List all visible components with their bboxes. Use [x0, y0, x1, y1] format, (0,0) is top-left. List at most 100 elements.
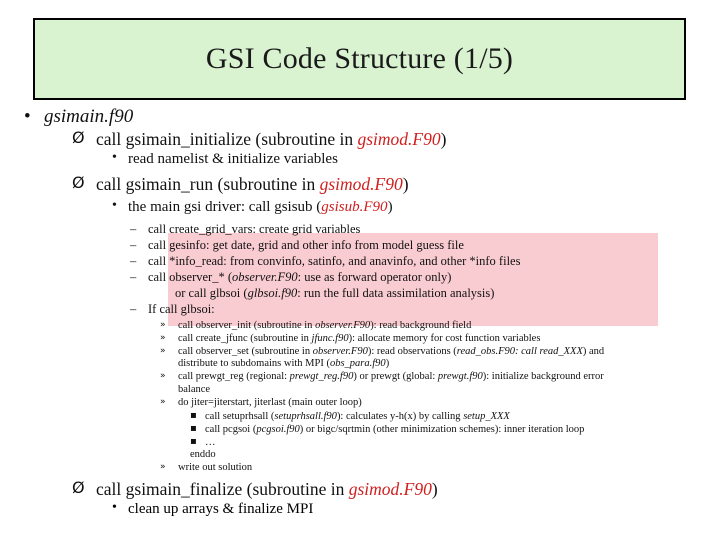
- list-item-glbsoi: or call glbsoi (glbsoi.f90: run the full…: [0, 285, 720, 301]
- code-ref: observer.F90: [312, 345, 368, 357]
- bullet-diamond-icon: Ø: [72, 128, 85, 148]
- bullet-raquo-icon: »: [160, 461, 166, 472]
- text-post: ): [402, 173, 409, 194]
- line-write-out-solution: » write out solution: [0, 462, 720, 475]
- code-ref: observer.F90: [232, 270, 298, 285]
- code-ref: obs_para.f90: [329, 358, 386, 370]
- code-ref: prewgt_reg.f90: [289, 371, 354, 383]
- code-ref: observer.F90: [315, 320, 371, 332]
- text-post: ): [385, 358, 390, 370]
- bullet-dot-icon: •: [112, 150, 117, 166]
- text-post: ): [440, 129, 447, 150]
- text-post-2: ): initialize background error: [482, 371, 604, 383]
- bullet-raquo-icon: »: [160, 320, 166, 331]
- text-pre: or call glbsoi (: [175, 286, 248, 301]
- line-gsimain-run: Ø call gsimain_run (subroutine in gsimod…: [0, 172, 720, 194]
- code-ref-2: read_obs.F90: call read_XXX: [456, 345, 583, 357]
- text-pre: call observer_set (subroutine in: [178, 345, 313, 357]
- code-ref: glbsoi.f90: [247, 286, 298, 301]
- text-pre: call prewgt_reg (regional:: [178, 371, 290, 383]
- line-read-namelist: • read namelist & initialize variables: [0, 150, 720, 168]
- code-ref: gsimod.F90: [319, 173, 403, 194]
- text-post: : run the full data assimilation analysi…: [297, 286, 495, 301]
- list-item-info-read: – call *info_read: from convinfo, satinf…: [0, 253, 720, 269]
- sub-item-observer-set: » call observer_set (subroutine in obser…: [0, 346, 720, 359]
- inner-item-pcgsoi: ▪ call pcgsoi (pcgsoi.f90) or bigc/sqrtm…: [0, 423, 720, 436]
- text-pre: call setuprhsall (: [205, 410, 275, 422]
- bullet-diamond-icon: Ø: [72, 477, 85, 497]
- code-ref-2: prewgt.f90: [437, 371, 483, 383]
- sub-item-prewgt: » call prewgt_reg (regional: prewgt_reg.…: [0, 371, 720, 384]
- bullet-square-icon: ▪: [190, 409, 197, 421]
- line-text: call create_grid_vars: create grid varia…: [148, 222, 361, 237]
- bullet-dash-icon: –: [130, 238, 137, 253]
- text-pre: call gsimain_initialize (subroutine in: [96, 129, 358, 150]
- text-post: : use as forward operator only): [297, 270, 452, 285]
- bullet-raquo-icon: »: [160, 345, 166, 356]
- code-ref: jfunc.f90: [311, 332, 349, 344]
- slide-body: • gsimain.f90 Ø call gsimain_initialize …: [0, 106, 720, 518]
- line-text: balance: [178, 384, 211, 395]
- line-gsimain-initialize: Ø call gsimain_initialize (subroutine in…: [0, 128, 720, 150]
- sub-item-observer-set-cont: distribute to subdomains with MPI (obs_p…: [0, 358, 720, 371]
- sub-item-do-jiter: » do jiter=jiterstart, jiterlast (main o…: [0, 397, 720, 410]
- bullet-dash-icon: –: [130, 254, 137, 269]
- code-ref: pcgsoi.f90: [256, 423, 300, 435]
- text-post-2: ) and: [582, 345, 605, 357]
- text-pre: call gsimain_run (subroutine in: [96, 173, 320, 194]
- line-text: call *info_read: from convinfo, satinfo,…: [148, 254, 521, 269]
- list-item-gesinfo: – call gesinfo: get date, grid and other…: [0, 237, 720, 253]
- text-pre: call gsimain_finalize (subroutine in: [96, 478, 349, 499]
- bullet-square-icon: ▪: [190, 435, 197, 447]
- bullet-dash-icon: –: [130, 302, 137, 317]
- bullet-raquo-icon: »: [160, 332, 166, 343]
- text-pre: call create_jfunc (subroutine in: [178, 332, 312, 344]
- bullet-dash-icon: –: [130, 222, 137, 237]
- sub-item-create-jfunc: » call create_jfunc (subroutine in jfunc…: [0, 333, 720, 346]
- line-text: do jiter=jiterstart, jiterlast (main out…: [178, 396, 362, 408]
- text-post: ): [431, 478, 438, 499]
- line-text: write out solution: [178, 461, 253, 473]
- sub-item-observer-init: » call observer_init (subroutine in obse…: [0, 320, 720, 333]
- text-post: ): allocate memory for cost function var…: [348, 332, 541, 344]
- line-text: call gesinfo: get date, grid and other i…: [148, 238, 464, 253]
- line-cleanup: • clean up arrays & finalize MPI: [0, 499, 720, 518]
- text-pre: call observer_* (: [148, 270, 232, 285]
- text-post: ) or prewgt (global:: [353, 371, 438, 383]
- code-ref-2: setup_XXX: [463, 410, 510, 422]
- text-post: ): read background field: [370, 320, 472, 332]
- text-pre: distribute to subdomains with MPI (: [178, 358, 330, 370]
- bullet-raquo-icon: »: [160, 371, 166, 382]
- bullet-dot-icon: •: [112, 197, 117, 213]
- page-title: GSI Code Structure (1/5): [205, 42, 514, 75]
- code-ref: gsimod.F90: [357, 129, 441, 150]
- root-bullet-text: gsimain.f90: [44, 106, 134, 127]
- text-post: ): calculates y-h(x) by calling: [336, 410, 464, 422]
- title-box: GSI Code Structure (1/5): [33, 18, 686, 100]
- bullet-dot-icon: •: [24, 106, 31, 127]
- line-enddo: enddo: [0, 449, 720, 462]
- text-pre: call observer_init (subroutine in: [178, 320, 316, 332]
- text-pre: the main gsi driver: call gsisub (: [128, 198, 322, 215]
- bullet-diamond-icon: Ø: [72, 172, 85, 192]
- list-item-observer: – call observer_* (observer.F90: use as …: [0, 269, 720, 285]
- line-text: read namelist & initialize variables: [128, 151, 338, 168]
- sub-item-prewgt-cont: balance: [0, 384, 720, 397]
- root-bullet-line: • gsimain.f90: [0, 106, 720, 127]
- list-item-create-grid-vars: – call create_grid_vars: create grid var…: [0, 221, 720, 237]
- text-post: ): [387, 198, 393, 215]
- list-item-if-call-glbsoi: – If call glbsoi:: [0, 301, 720, 317]
- inner-item-setuprhsall: ▪ call setuprhsall (setuprhsall.f90): ca…: [0, 410, 720, 423]
- line-text: …: [205, 436, 216, 448]
- text-post: ) or bigc/sqrtmin (other minimization sc…: [299, 423, 585, 435]
- line-main-driver: • the main gsi driver: call gsisub (gsis…: [0, 197, 720, 216]
- bullet-dash-icon: –: [130, 270, 137, 285]
- bullet-dot-icon: •: [112, 499, 117, 515]
- line-text: If call glbsoi:: [148, 302, 215, 317]
- text-post: ): read observations (: [367, 345, 457, 357]
- inner-item-ellipsis: ▪ …: [0, 436, 720, 449]
- line-gsimain-finalize: Ø call gsimain_finalize (subroutine in g…: [0, 477, 720, 499]
- bullet-square-icon: ▪: [190, 422, 197, 434]
- bullet-raquo-icon: »: [160, 396, 166, 407]
- code-ref: gsimod.F90: [348, 478, 432, 499]
